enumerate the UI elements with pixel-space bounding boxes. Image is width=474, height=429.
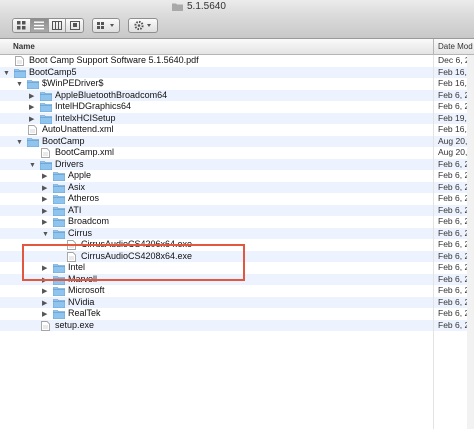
document-icon [41,320,50,333]
list-row[interactable]: ▶ IntelxHCISetup Feb 19, 2 [0,112,474,124]
disclosure-closed-icon[interactable]: ▶ [42,277,47,284]
disclosure-closed-icon[interactable]: ▶ [42,219,47,226]
coverflow-view-button[interactable] [66,19,83,32]
item-name: NVidia [68,296,95,307]
arrange-button[interactable] [92,18,120,33]
disclosure-open-icon[interactable]: ▼ [16,139,23,146]
list-row[interactable]: ▶ Broadcom Feb 6, 20 [0,216,474,228]
list-row[interactable]: ▼ BootCamp Aug 20, [0,135,474,147]
action-button[interactable] [128,18,158,33]
disclosure-open-icon[interactable]: ▼ [16,81,23,88]
toolbar [0,14,474,39]
list-row[interactable]: ▼ $WinPEDriver$ Feb 16, 2 [0,78,474,90]
item-name: Intel [68,262,86,272]
item-name: AutoUnattend.xml [42,124,114,134]
column-divider-line [433,55,434,429]
arrange-icon [97,22,114,29]
item-name: Broadcom [68,216,110,226]
item-name: setup.exe [55,319,95,330]
list-row[interactable]: ▶ AppleBluetoothBroadcom64 Feb 6, 20 [0,89,474,101]
list-row[interactable]: Boot Camp Support Software 5.1.5640.pdf D… [0,55,474,67]
list-row[interactable]: ▼ Cirrus Feb 6, 20 [0,227,474,239]
item-name: BootCamp.xml [55,147,115,157]
disclosure-closed-icon[interactable]: ▶ [42,208,47,215]
item-name: Boot Camp Support Software 5.1.5640.pdf [29,55,199,65]
item-name: BootCamp5 [29,66,77,77]
disclosure-closed-icon[interactable]: ▶ [42,288,47,295]
list-row[interactable]: ▶ IntelHDGraphics64 Feb 6, 20 [0,101,474,113]
disclosure-closed-icon[interactable]: ▶ [29,104,34,111]
item-name: CirrusAudioCS4208x64.exe [81,250,193,261]
item-date: Aug 20, [438,147,468,157]
item-name: Asix [68,181,86,192]
item-name: ATI [68,204,82,215]
item-name: IntelHDGraphics64 [55,101,132,111]
disclosure-open-icon[interactable]: ▼ [29,162,36,169]
list-row[interactable]: ▼ BootCamp5 Feb 16, 2 [0,66,474,78]
file-list: Boot Camp Support Software 5.1.5640.pdf D… [0,55,474,429]
list-row[interactable]: ▼ Drivers Feb 6, 20 [0,158,474,170]
window-titlebar: 5.1.5640 [0,0,474,14]
item-name: Apple [68,170,92,180]
folder-icon [172,3,183,11]
gear-icon [134,20,151,31]
item-name: AppleBluetoothBroadcom64 [55,89,168,100]
list-row[interactable]: ▶ NVidia Feb 6, 20 [0,296,474,308]
list-row[interactable]: ▶ Marvell Feb 6, 20 [0,273,474,285]
list-row[interactable]: ▶ Atheros Feb 6, 20 [0,193,474,205]
column-view-icon [51,21,62,30]
icon-view-icon [16,21,26,30]
list-view-button[interactable] [30,19,49,32]
list-row[interactable]: ▶ Apple Feb 6, 20 [0,170,474,182]
item-name: $WinPEDriver$ [42,78,104,88]
disclosure-closed-icon[interactable]: ▶ [29,93,34,100]
list-row[interactable]: ▶ Microsoft Feb 6, 20 [0,285,474,297]
list-row[interactable]: ▶ RealTek Feb 6, 20 [0,308,474,320]
disclosure-closed-icon[interactable]: ▶ [42,185,47,192]
list-row[interactable]: setup.exe Feb 6, 20 [0,319,474,333]
item-date: Dec 6, 2 [438,55,470,65]
icon-view-button[interactable] [13,19,31,32]
item-name: Microsoft [68,285,105,295]
window-title: 5.1.5640 [187,1,226,12]
disclosure-closed-icon[interactable]: ▶ [42,311,47,318]
item-name: BootCamp [42,135,85,146]
list-row[interactable]: ▶ Asix Feb 6, 20 [0,181,474,193]
disclosure-closed-icon[interactable]: ▶ [29,116,34,123]
list-row[interactable]: ▶ Intel Feb 6, 20 [0,262,474,274]
disclosure-closed-icon[interactable]: ▶ [42,265,47,272]
item-name: Marvell [68,273,98,284]
column-view-button[interactable] [48,19,67,32]
date-column-header[interactable]: Date Mod [438,42,473,51]
list-view-icon [34,21,45,30]
item-date: Aug 20, [438,135,468,146]
list-row[interactable]: AutoUnattend.xml Feb 16, 2 [0,124,474,136]
list-row[interactable]: BootCamp.xml Aug 20, [0,147,474,159]
name-column-header[interactable]: Name [13,42,35,51]
item-name: Atheros [68,193,100,203]
list-row[interactable]: CirrusAudioCS4208x64.exe Feb 6, 20 [0,250,474,262]
column-divider [433,39,434,54]
item-name: Drivers [55,158,84,169]
disclosure-closed-icon[interactable]: ▶ [42,196,47,203]
disclosure-open-icon[interactable]: ▼ [42,231,49,238]
item-name: RealTek [68,308,101,318]
disclosure-closed-icon[interactable]: ▶ [42,300,47,307]
vertical-scrollbar[interactable] [467,55,474,429]
item-name: IntelxHCISetup [55,112,116,123]
item-name: CirrusAudioCS4206x64.exe [81,239,193,249]
disclosure-closed-icon[interactable]: ▶ [42,173,47,180]
disclosure-open-icon[interactable]: ▼ [3,70,10,77]
list-row[interactable]: ▶ ATI Feb 6, 20 [0,204,474,216]
list-row[interactable]: CirrusAudioCS4206x64.exe Feb 6, 20 [0,239,474,251]
view-switcher [12,18,84,33]
item-name: Cirrus [68,227,92,238]
column-header: Name Date Mod [0,39,474,55]
coverflow-view-icon [69,21,80,30]
